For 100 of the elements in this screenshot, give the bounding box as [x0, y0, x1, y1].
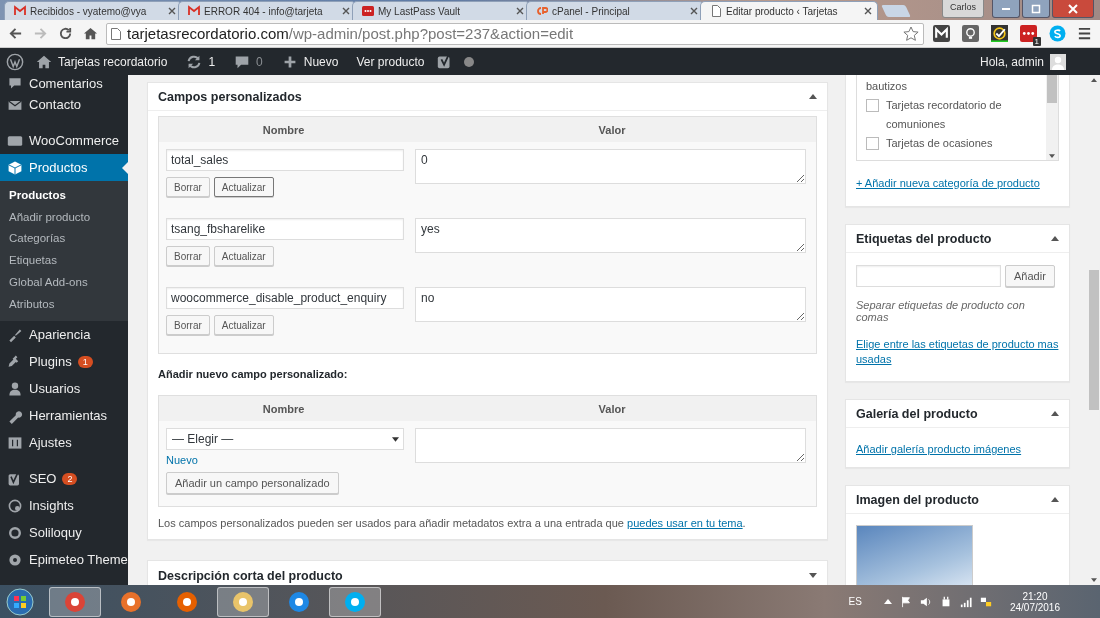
submenu-item[interactable]: Etiquetas	[0, 250, 128, 272]
tag-input[interactable]	[856, 265, 1001, 287]
sidebar-menu-item[interactable]: Insights	[0, 492, 128, 520]
account-link[interactable]: Hola, admin	[979, 53, 1100, 70]
field-name-input[interactable]: woocommerce_disable_product_enquiry	[166, 287, 404, 309]
update-button[interactable]: Actualizar	[213, 315, 274, 335]
start-button[interactable]	[5, 586, 35, 617]
field-value-input[interactable]: 0	[415, 149, 806, 184]
field-value-input[interactable]	[415, 428, 806, 463]
field-value-input[interactable]: no	[415, 287, 806, 322]
category-option[interactable]: Tarjetas de ocasiones	[866, 134, 1041, 153]
field-name-input[interactable]: total_sales	[166, 149, 404, 171]
popular-tags-link[interactable]: Elige entre las etiquetas de producto mas usadas	[856, 337, 1059, 367]
checkbox[interactable]	[866, 137, 879, 150]
sidebar-menu-item[interactable]: Contacto	[0, 91, 128, 118]
scrollbar-thumb[interactable]	[1089, 270, 1099, 410]
sidebar-menu-item[interactable]: Apariencia	[0, 321, 128, 349]
submenu-item[interactable]: Atributos	[0, 293, 128, 316]
letter-m-icon[interactable]	[933, 25, 950, 42]
site-name-link[interactable]: Tarjetas recordatorio	[28, 52, 175, 71]
add-field-button[interactable]: Añadir un campo personalizado	[166, 472, 339, 494]
checkmark-icon[interactable]	[991, 25, 1008, 42]
clock[interactable]: 21:20 24/07/2016	[1009, 590, 1060, 613]
collapse-arrow-icon[interactable]	[1051, 411, 1059, 416]
collapse-arrow-icon[interactable]	[809, 94, 817, 99]
sidebar-menu-item[interactable]: SEO 2	[0, 465, 128, 493]
field-name-dropdown[interactable]: — Elegir —	[166, 428, 404, 450]
network-icon[interactable]	[979, 595, 992, 608]
speaker-icon[interactable]	[919, 595, 932, 608]
taskbar-app-button[interactable]	[329, 586, 381, 617]
maximize-button[interactable]	[1022, 0, 1050, 18]
submenu-item[interactable]: Productos	[0, 185, 128, 207]
sidebar-menu-item[interactable]: Soliloquy	[0, 519, 128, 547]
close-icon[interactable]	[168, 7, 176, 15]
field-value-input[interactable]: yes	[415, 218, 806, 253]
flag-icon[interactable]	[899, 595, 912, 608]
checkbox[interactable]	[866, 99, 879, 112]
close-icon[interactable]	[864, 7, 872, 15]
sidebar-menu-item[interactable]: Plugins 1	[0, 348, 128, 376]
scrollbar[interactable]	[1046, 75, 1058, 160]
up-arrow-icon[interactable]	[883, 599, 892, 604]
sidebar-menu-item[interactable]: Epimeteo Theme	[0, 546, 128, 574]
scroll-up-arrow-icon[interactable]	[1091, 78, 1097, 82]
home-icon[interactable]	[81, 26, 100, 41]
sidebar-menu-item[interactable]: WooCommerce	[0, 127, 128, 154]
add-category-link[interactable]: + Añadir nueva categoría de producto	[856, 177, 1040, 189]
star-icon[interactable]	[903, 25, 919, 42]
sidebar-menu-item[interactable]: Herramientas	[0, 402, 128, 430]
page-icon	[710, 5, 722, 17]
panel-title: Imagen del producto	[856, 492, 979, 507]
minimize-button[interactable]	[992, 0, 1020, 18]
sliders-icon	[7, 434, 23, 451]
close-icon	[1068, 3, 1078, 14]
comments-link[interactable]: 0	[226, 52, 270, 71]
signal-icon[interactable]	[959, 595, 972, 608]
caret-icon	[392, 436, 399, 442]
close-button[interactable]	[1052, 0, 1094, 18]
update-button[interactable]: Actualizar	[213, 177, 274, 197]
theme-usage-link[interactable]: puedes usar en tu tema	[627, 517, 743, 529]
collapse-arrow-icon[interactable]	[1051, 497, 1059, 502]
category-option[interactable]: Tarjetas recordatorio de comuniones	[866, 96, 1041, 134]
sidebar-menu-item[interactable]: Usuarios	[0, 375, 128, 403]
page-scrollbar[interactable]	[1088, 75, 1100, 585]
profile-button[interactable]: Carlos	[942, 0, 984, 18]
close-icon[interactable]	[516, 7, 524, 15]
add-gallery-link[interactable]: Añadir galería producto imágenes	[856, 443, 1022, 455]
scroll-down-arrow-icon[interactable]	[1091, 578, 1097, 582]
lightbulb-icon[interactable]	[962, 25, 979, 42]
browser-tab[interactable]: Editar producto ‹ Tarjetas	[700, 1, 878, 20]
expand-arrow-icon[interactable]	[809, 573, 817, 578]
delete-button[interactable]: Borrar	[166, 177, 210, 197]
sidebar-menu-item[interactable]: Comentarios	[0, 75, 128, 91]
sidebar-menu-item[interactable]: Productos	[0, 154, 128, 181]
new-link[interactable]: Nuevo	[166, 454, 198, 466]
updates-link[interactable]: 1	[178, 52, 223, 71]
scrollbar-thumb[interactable]	[1047, 75, 1057, 103]
submenu-item[interactable]: Categorías	[0, 228, 128, 251]
view-product-link[interactable]: Ver producto	[349, 54, 432, 69]
panel-logo-icon	[536, 5, 548, 17]
delete-button[interactable]: Borrar	[166, 246, 210, 266]
field-name-input[interactable]: tsang_fbsharelike	[166, 218, 404, 240]
submenu-item[interactable]: Añadir producto	[0, 206, 128, 229]
maximize-icon	[1031, 3, 1041, 14]
close-icon[interactable]	[342, 7, 350, 15]
box-icon	[7, 159, 23, 176]
add-tag-button[interactable]: Añadir	[1005, 265, 1055, 287]
taskbar-app-button[interactable]	[49, 586, 101, 617]
close-icon[interactable]	[690, 7, 698, 15]
avatar-icon	[1050, 53, 1066, 70]
address-bar[interactable]: tarjetasrecordatorio.com/wp-admin/post.php?post=237&action=edit	[106, 22, 924, 45]
scroll-down-arrow-icon[interactable]	[1049, 154, 1055, 158]
new-link[interactable]: Nuevo	[273, 52, 346, 71]
sidebar-menu-item[interactable]: Ajustes	[0, 429, 128, 457]
collapse-arrow-icon[interactable]	[1051, 236, 1059, 241]
language-indicator[interactable]: ES	[848, 596, 862, 607]
delete-button[interactable]: Borrar	[166, 315, 210, 335]
update-button[interactable]: Actualizar	[213, 246, 274, 266]
submenu-item[interactable]: Global Add-ons	[0, 271, 128, 294]
column-header: Valor	[597, 123, 627, 136]
taskbar-app-button[interactable]	[217, 586, 269, 617]
